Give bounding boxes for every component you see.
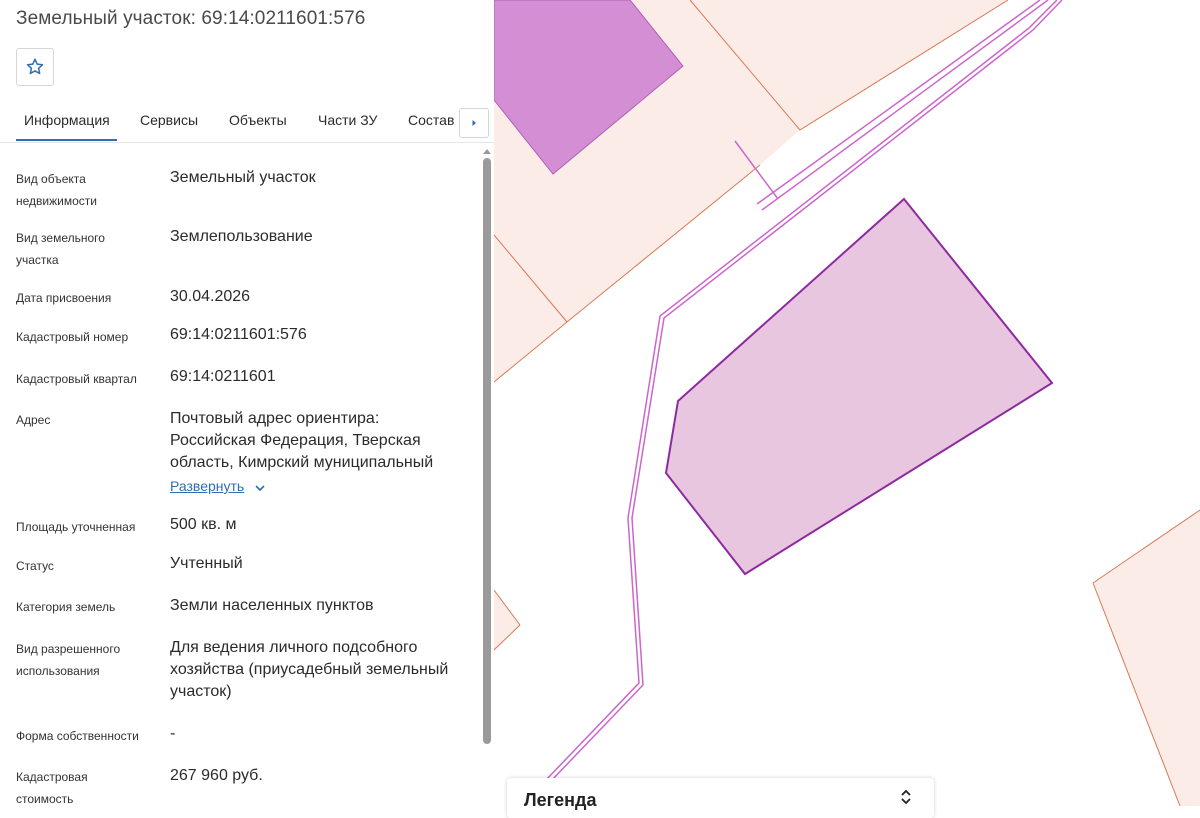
chevron-up-down-icon[interactable] (899, 788, 913, 806)
field-label-area: Площадь уточненная (16, 520, 136, 534)
field-value-cadastral-quarter: 69:14:0211601 (170, 368, 276, 385)
tab-information[interactable]: Информация (24, 112, 110, 128)
active-tab-indicator (16, 139, 117, 141)
field-label-cadastral-number: Кадастровый номер (16, 330, 129, 344)
tabs-scroll-right-button[interactable] (459, 108, 489, 138)
tab-services[interactable]: Сервисы (140, 112, 198, 128)
legend-title: Легенда (524, 790, 597, 810)
chevron-down-icon[interactable] (254, 482, 266, 494)
field-label-cadastral-value: Кадастровая стоимость (16, 770, 88, 806)
field-label-land-category: Категория земель (16, 600, 116, 614)
field-value-status: Учтенный (170, 555, 243, 572)
field-value-land-category: Земли населенных пунктов (170, 597, 374, 614)
tab-land-parts[interactable]: Части ЗУ (318, 112, 377, 128)
field-label-ownership: Форма собственности (16, 729, 139, 743)
field-value-address: Почтовый адрес ориентира: Российская Фед… (170, 410, 434, 471)
tab-composition[interactable]: Состав (408, 112, 454, 128)
star-outline-icon (26, 58, 44, 75)
field-label-assign-date: Дата присвоения (16, 291, 112, 305)
field-value-permitted-use: Для ведения личного подсобного хозяйства… (170, 639, 449, 700)
field-value-cadastral-value: 267 960 руб. (170, 767, 263, 784)
field-value-object-type: Земельный участок (170, 169, 316, 186)
field-value-ownership: - (170, 725, 176, 742)
field-value-assign-date: 30.04.2026 (170, 288, 251, 305)
address-expand-link[interactable]: Развернуть (170, 478, 244, 494)
field-label-permitted-use: Вид разрешенного использования (16, 642, 121, 678)
field-label-land-type: Вид земельного участка (16, 231, 105, 267)
tab-bar: Информация Сервисы Объекты Части ЗУ Сост… (0, 100, 494, 143)
page-title: Земельный участок: 69:14:0211601:576 (16, 8, 366, 29)
field-value-land-type: Землепользование (170, 228, 313, 245)
chevron-right-icon (472, 120, 476, 126)
map-legend[interactable]: Легенда (507, 778, 934, 818)
field-value-area: 500 кв. м (170, 516, 237, 533)
favorite-button[interactable] (16, 48, 54, 86)
field-label-address: Адрес (16, 413, 51, 427)
panel-scrollbar-thumb[interactable] (483, 158, 491, 744)
field-label-status: Статус (16, 559, 54, 573)
scroll-up-arrow-icon[interactable] (482, 147, 492, 155)
field-label-cadastral-quarter: Кадастровый квартал (16, 372, 137, 386)
map-canvas[interactable] (494, 0, 1200, 806)
info-panel: Земельный участок: 69:14:0211601:576 Инф… (0, 0, 494, 806)
tab-objects[interactable]: Объекты (229, 112, 287, 128)
field-value-cadastral-number: 69:14:0211601:576 (170, 326, 307, 343)
map-view[interactable] (494, 0, 1200, 806)
field-label-object-type: Вид объекта недвижимости (16, 172, 97, 208)
